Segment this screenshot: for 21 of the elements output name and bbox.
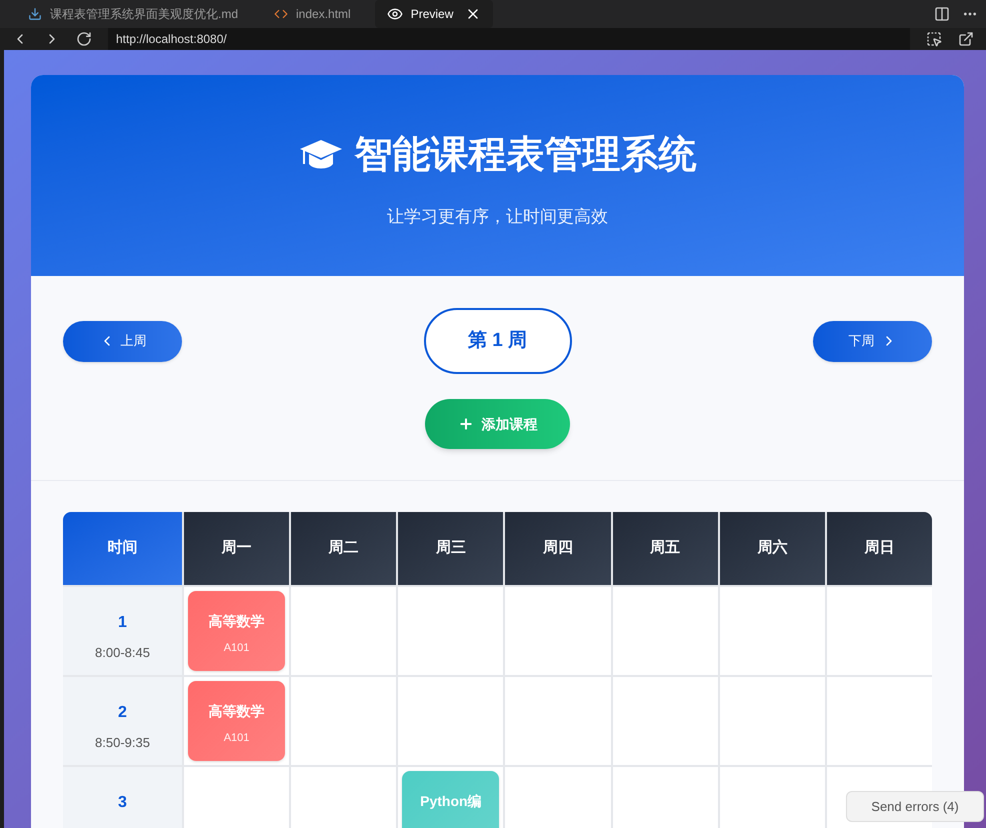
course-name: Python编 xyxy=(420,792,482,811)
course-name: 高等数学 xyxy=(208,702,265,721)
course-name: 高等数学 xyxy=(208,612,265,631)
app-title: 智能课程表管理系统 xyxy=(354,133,696,178)
period-time: 8:50-9:35 xyxy=(95,734,150,752)
course-room: A101 xyxy=(224,641,250,656)
column-header: 周六 xyxy=(720,512,825,585)
week-label: 第 1 周 xyxy=(424,308,572,374)
app-subtitle: 让学习更有序，让时间更高效 xyxy=(387,206,608,228)
column-header: 周日 xyxy=(826,512,932,585)
period-number: 1 xyxy=(118,613,127,633)
period-time: 8:00-8:45 xyxy=(95,644,150,662)
column-header: 时间 xyxy=(63,512,182,585)
course-room: A101 xyxy=(224,731,250,746)
column-header: 周二 xyxy=(291,512,396,585)
column-header: 周三 xyxy=(398,512,504,585)
column-header: 周五 xyxy=(612,512,718,585)
column-header: 周一 xyxy=(184,512,290,585)
period-number: 2 xyxy=(118,703,127,723)
period-number: 3 xyxy=(118,793,127,813)
column-header: 周四 xyxy=(505,512,611,585)
